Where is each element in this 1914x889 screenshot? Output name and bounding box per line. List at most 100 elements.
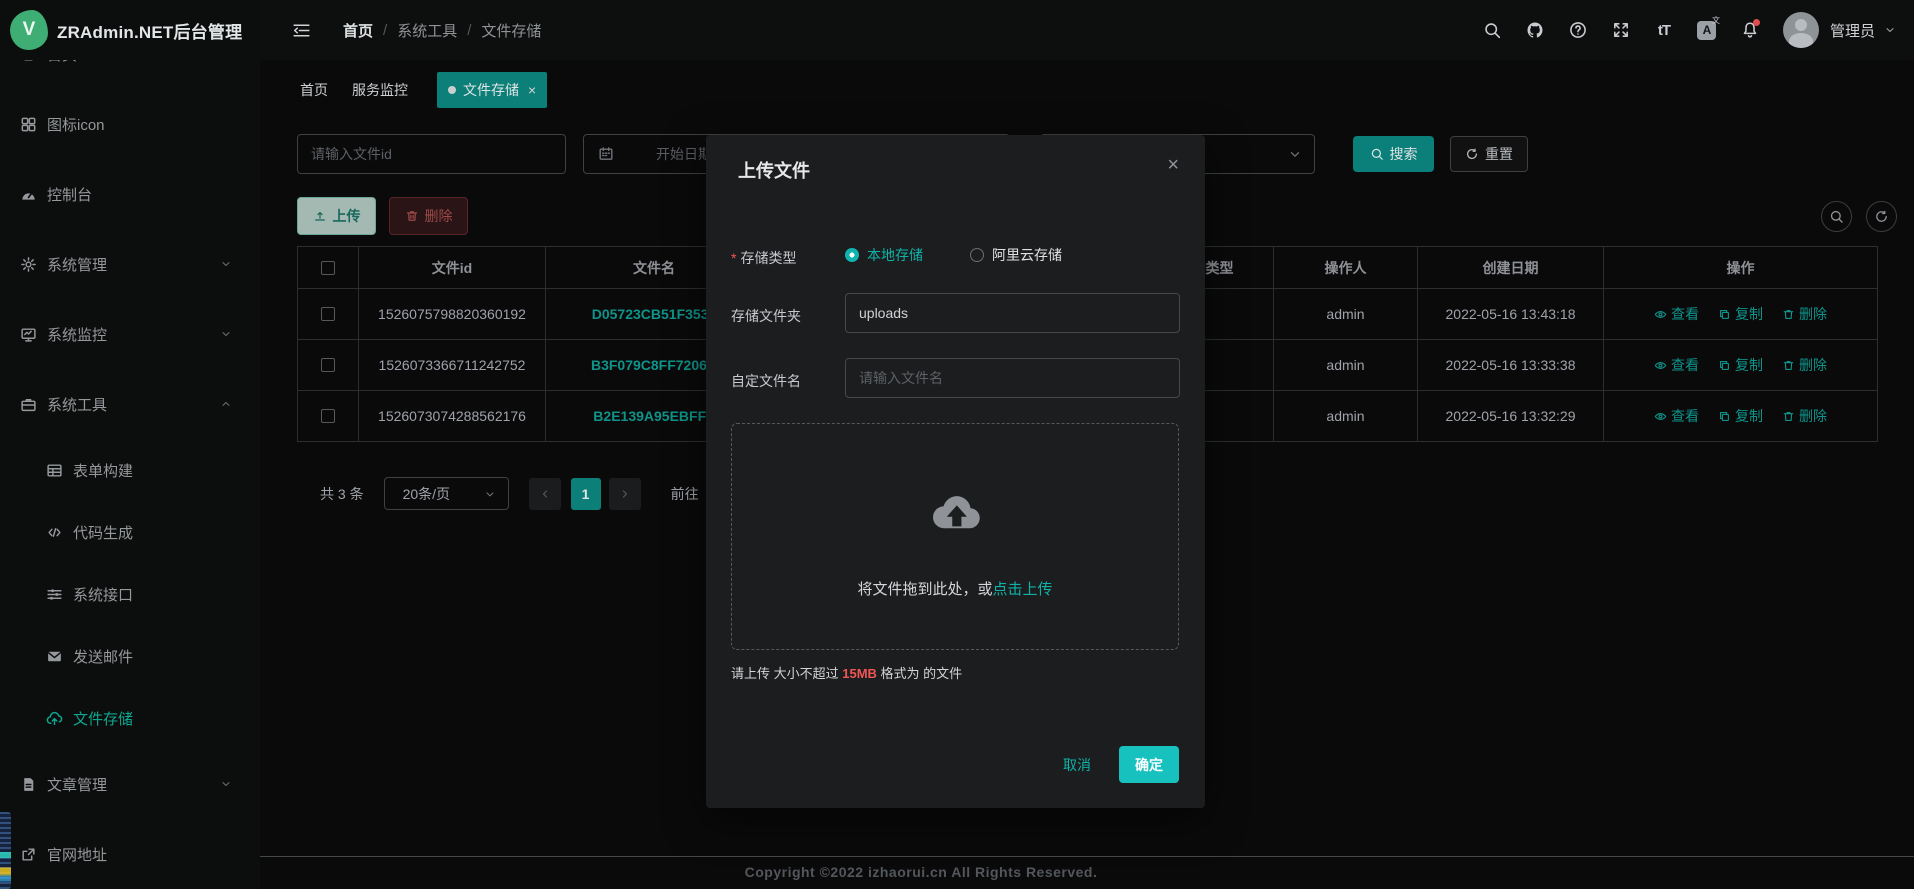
breadcrumb-system-tools[interactable]: 系统工具 <box>397 20 457 41</box>
sidebar-item-code-gen[interactable]: 代码生成 <box>0 501 260 563</box>
tab-file-storage[interactable]: 文件存储 × <box>437 72 547 108</box>
delete-link[interactable]: 删除 <box>1782 406 1827 426</box>
sidebar-item-system-admin[interactable]: 系统管理 <box>0 229 260 299</box>
chevron-down-icon <box>484 488 496 500</box>
cancel-button[interactable]: 取消 <box>1063 755 1091 775</box>
breadcrumb-file-storage[interactable]: 文件存储 <box>481 20 541 41</box>
footer-divider <box>260 856 1914 857</box>
fullscreen-icon[interactable] <box>1611 20 1631 40</box>
storage-type-label: *存储类型 <box>731 248 796 268</box>
radio-local-storage[interactable]: 本地存储 <box>845 243 923 267</box>
filename-label: 自定文件名 <box>731 371 801 391</box>
sidebar-item-system-monitor[interactable]: 系统监控 <box>0 299 260 369</box>
translate-icon[interactable]: A 文 <box>1697 20 1717 40</box>
close-icon[interactable]: × <box>528 82 536 98</box>
gear-icon <box>20 256 37 273</box>
active-dot <box>448 86 456 94</box>
prev-page-button[interactable] <box>529 478 561 510</box>
goto-label: 前往 <box>671 484 699 504</box>
click-upload-link[interactable]: 点击上传 <box>993 581 1053 598</box>
search-icon[interactable] <box>1482 20 1502 40</box>
sidebar-item-send-mail[interactable]: 发送邮件 <box>0 625 260 687</box>
briefcase-icon <box>20 396 37 413</box>
next-page-button[interactable] <box>609 478 641 510</box>
dialog-title: 上传文件 <box>738 157 810 183</box>
row-checkbox[interactable] <box>321 307 335 321</box>
size-limit: 15MB <box>842 666 877 681</box>
tab-home[interactable]: 首页 <box>300 80 328 100</box>
sidebar-item-home[interactable]: 首页 <box>0 60 260 89</box>
cloud-upload-icon <box>922 486 988 532</box>
bell-icon[interactable] <box>1740 20 1760 40</box>
page-size-select[interactable]: 20条/页 <box>384 477 509 510</box>
pagination: 共 3 条 20条/页 1 前往 <box>320 477 752 510</box>
delete-link[interactable]: 删除 <box>1782 304 1827 324</box>
eye-icon <box>1654 359 1667 372</box>
sidebar-item-icons[interactable]: 图标icon <box>0 89 260 159</box>
breadcrumb: 首页 / 系统工具 / 文件存储 <box>343 20 541 41</box>
text-size-icon[interactable]: tT <box>1654 20 1674 40</box>
sidebar-item-file-storage[interactable]: 文件存储 <box>0 687 260 749</box>
total-count: 共 3 条 <box>320 484 364 504</box>
tag-tabs: 首页 服务监控 文件存储 × <box>300 72 547 108</box>
app-logo: V <box>10 10 48 50</box>
chevron-down-icon <box>220 258 232 270</box>
toggle-search-button[interactable] <box>1821 201 1852 232</box>
chevron-down-icon[interactable] <box>1884 24 1896 36</box>
chevron-down-icon <box>220 778 232 790</box>
top-bar: 首页 / 系统工具 / 文件存储 tT A 文 管理员 <box>260 0 1914 60</box>
avatar[interactable] <box>1783 12 1819 48</box>
row-checkbox[interactable] <box>321 358 335 372</box>
refresh-icon <box>1465 147 1479 161</box>
folder-input[interactable] <box>845 293 1180 333</box>
sidebar-item-system-tools[interactable]: 系统工具 <box>0 369 260 439</box>
collapse-menu-icon[interactable] <box>291 21 312 40</box>
refresh-icon <box>1874 209 1889 224</box>
copy-link[interactable]: 复制 <box>1718 304 1763 324</box>
delete-link[interactable]: 删除 <box>1782 355 1827 375</box>
chevron-down-icon <box>1288 147 1302 161</box>
delete-button[interactable]: 删除 <box>389 197 468 235</box>
select-all-checkbox[interactable] <box>321 261 335 275</box>
copy-link[interactable]: 复制 <box>1718 406 1763 426</box>
filename-input[interactable] <box>845 358 1180 398</box>
tab-service-monitor[interactable]: 服务监控 <box>352 80 408 100</box>
view-link[interactable]: 查看 <box>1654 406 1699 426</box>
copy-icon <box>1718 308 1731 321</box>
monitor-icon <box>20 326 37 343</box>
view-link[interactable]: 查看 <box>1654 355 1699 375</box>
copy-link[interactable]: 复制 <box>1718 355 1763 375</box>
view-link[interactable]: 查看 <box>1654 304 1699 324</box>
dropzone-text: 将文件拖到此处，或点击上传 <box>732 578 1178 599</box>
row-checkbox[interactable] <box>321 409 335 423</box>
close-icon[interactable]: × <box>1167 155 1179 175</box>
header-actions: tT A 文 管理员 <box>1482 12 1914 48</box>
file-id-input[interactable] <box>297 134 566 174</box>
sidebar-item-console[interactable]: 控制台 <box>0 159 260 229</box>
refresh-table-button[interactable] <box>1866 201 1897 232</box>
radio-aliyun-storage[interactable]: 阿里云存储 <box>970 243 1062 267</box>
eye-icon <box>1654 410 1667 423</box>
breadcrumb-home[interactable]: 首页 <box>343 20 373 41</box>
page-number-1[interactable]: 1 <box>571 478 601 510</box>
sidebar-item-form-builder[interactable]: 表单构建 <box>0 439 260 501</box>
search-icon <box>1370 147 1384 161</box>
confirm-button[interactable]: 确定 <box>1119 746 1179 783</box>
help-icon[interactable] <box>1568 20 1588 40</box>
chevron-right-icon <box>619 488 631 500</box>
github-icon[interactable] <box>1525 20 1545 40</box>
code-icon <box>46 524 63 541</box>
search-button[interactable]: 搜索 <box>1353 136 1434 172</box>
sidebar-item-article-admin[interactable]: 文章管理 <box>0 749 260 819</box>
logo-row[interactable]: V ZRAdmin.NET后台管理 <box>0 0 260 60</box>
username[interactable]: 管理员 <box>1830 20 1875 41</box>
upload-dropzone[interactable]: 将文件拖到此处，或点击上传 <box>731 423 1179 650</box>
upload-button[interactable]: 上传 <box>297 197 376 235</box>
external-link-icon <box>20 846 37 863</box>
dock-widget[interactable] <box>0 812 11 889</box>
sidebar-item-website[interactable]: 官网地址 <box>0 819 260 889</box>
reset-button[interactable]: 重置 <box>1450 136 1528 172</box>
sidebar-item-system-api[interactable]: 系统接口 <box>0 563 260 625</box>
eye-icon <box>1654 308 1667 321</box>
chevron-up-icon <box>220 398 232 410</box>
